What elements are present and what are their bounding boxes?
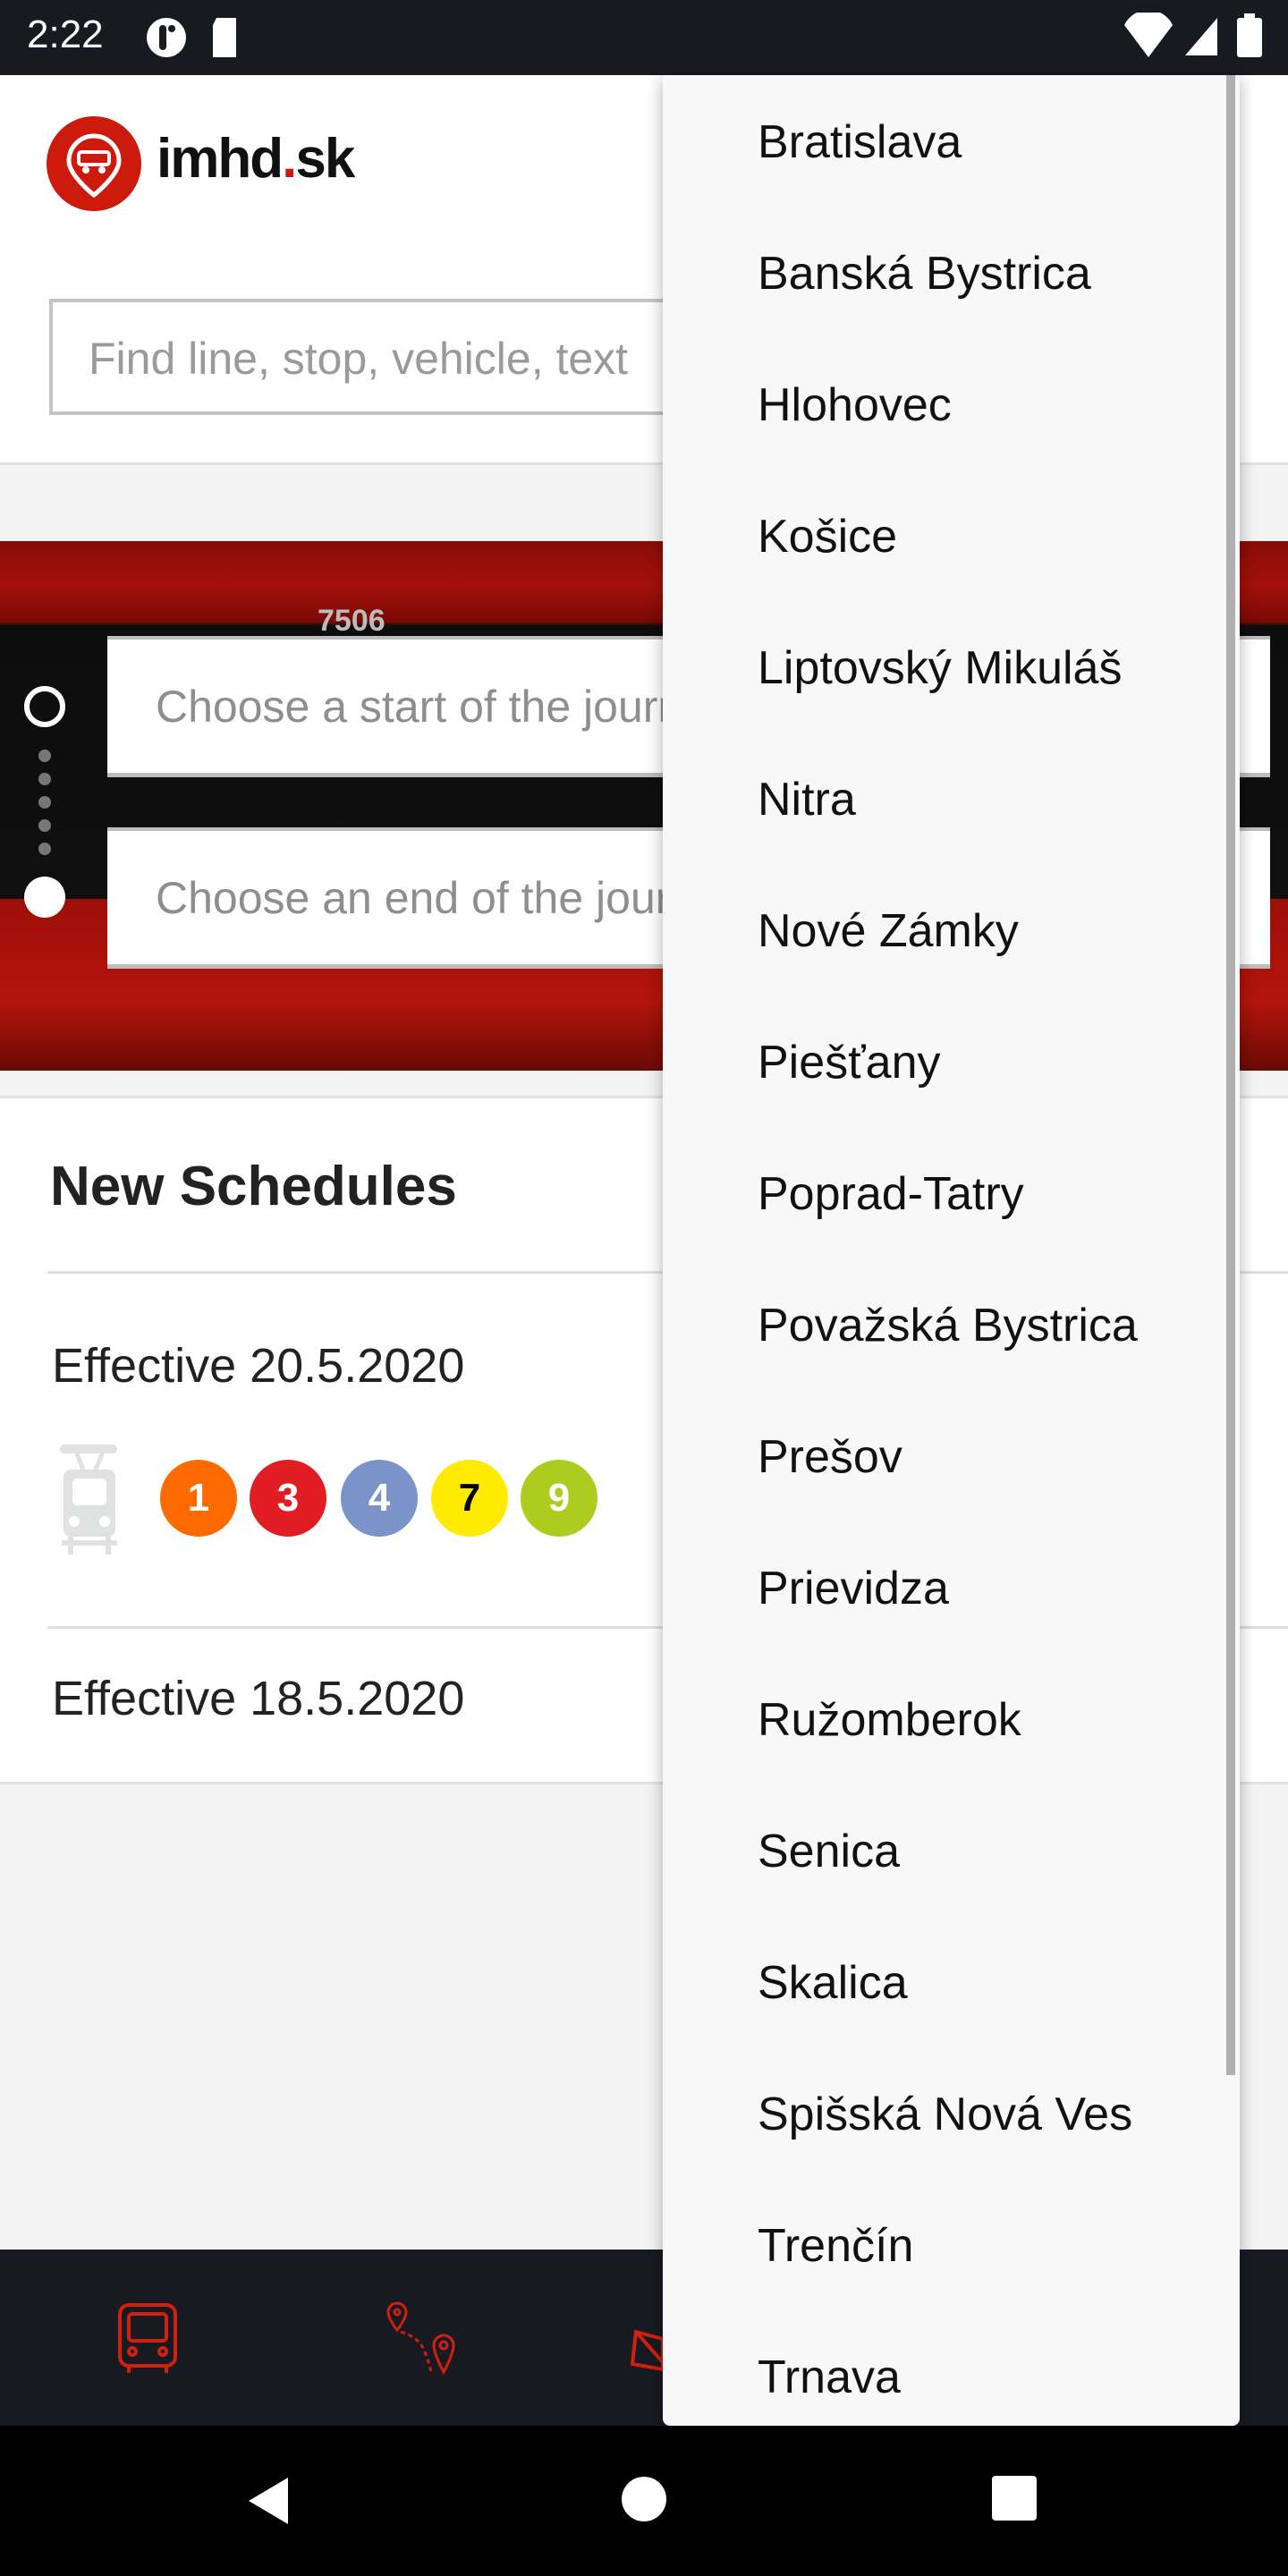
dropdown-scrollbar[interactable]: [1226, 75, 1235, 2075]
route-dot: [38, 819, 51, 832]
back-icon[interactable]: [243, 2474, 293, 2528]
city-option[interactable]: Liptovský Mikuláš: [663, 603, 1240, 734]
system-navigation-bar: [0, 2426, 1288, 2576]
section-title: New Schedules: [50, 1156, 457, 1217]
city-option[interactable]: Košice: [663, 471, 1240, 603]
recents-icon[interactable]: [992, 2476, 1037, 2521]
city-option[interactable]: Bratislava: [663, 77, 1240, 208]
route-dot: [38, 843, 51, 855]
line-badge-7[interactable]: 7: [431, 1460, 508, 1537]
line-badge-4[interactable]: 4: [341, 1460, 418, 1537]
city-option[interactable]: Prešov: [663, 1392, 1240, 1523]
city-option[interactable]: Banská Bystrica: [663, 208, 1240, 340]
city-option[interactable]: Piešťany: [663, 997, 1240, 1129]
schedule-entry[interactable]: Effective 18.5.2020: [52, 1671, 464, 1726]
city-option[interactable]: Považská Bystrica: [663, 1260, 1240, 1392]
logo-text: imhd.sk: [157, 128, 355, 190]
city-option[interactable]: Spišská Nová Ves: [663, 2049, 1240, 2181]
search-input[interactable]: Find line, stop, vehicle, text: [49, 299, 765, 415]
route-dot: [38, 796, 51, 809]
city-option[interactable]: Senica: [663, 1786, 1240, 1918]
map-icon[interactable]: [631, 2328, 666, 2373]
bus-icon[interactable]: [116, 2303, 181, 2375]
route-icon[interactable]: [385, 2301, 465, 2378]
banner-tram-number: 7506: [318, 604, 386, 638]
status-notification-icons: [147, 18, 236, 57]
city-option[interactable]: Nové Zámky: [663, 866, 1240, 997]
city-dropdown-menu: Bratislava Banská Bystrica Hlohovec Koši…: [663, 75, 1240, 2426]
route-dot: [38, 750, 51, 762]
logo-icon[interactable]: [47, 116, 141, 211]
line-badge-1[interactable]: 1: [160, 1460, 237, 1537]
wifi-signal-battery-icons: [1124, 13, 1262, 57]
city-option[interactable]: Prievidza: [663, 1523, 1240, 1655]
city-option[interactable]: Trenčín: [663, 2181, 1240, 2312]
status-time: 2:22: [27, 13, 104, 56]
city-option[interactable]: Ružomberok: [663, 1655, 1240, 1786]
city-option[interactable]: Skalica: [663, 1918, 1240, 2049]
tram-icon: [60, 1445, 117, 1555]
city-option[interactable]: Poprad-Tatry: [663, 1129, 1240, 1260]
start-point-icon: [24, 686, 65, 727]
route-dot: [38, 773, 51, 785]
line-badge-9[interactable]: 9: [521, 1460, 597, 1537]
home-icon[interactable]: [622, 2477, 666, 2521]
end-point-icon: [24, 877, 65, 918]
city-option[interactable]: Hlohovec: [663, 340, 1240, 471]
line-badge-3[interactable]: 3: [250, 1460, 326, 1537]
city-option[interactable]: Trnava: [663, 2312, 1240, 2426]
schedule-entry[interactable]: Effective 20.5.2020: [52, 1338, 464, 1394]
status-bar: 2:22: [0, 0, 1288, 75]
city-option[interactable]: Nitra: [663, 734, 1240, 866]
